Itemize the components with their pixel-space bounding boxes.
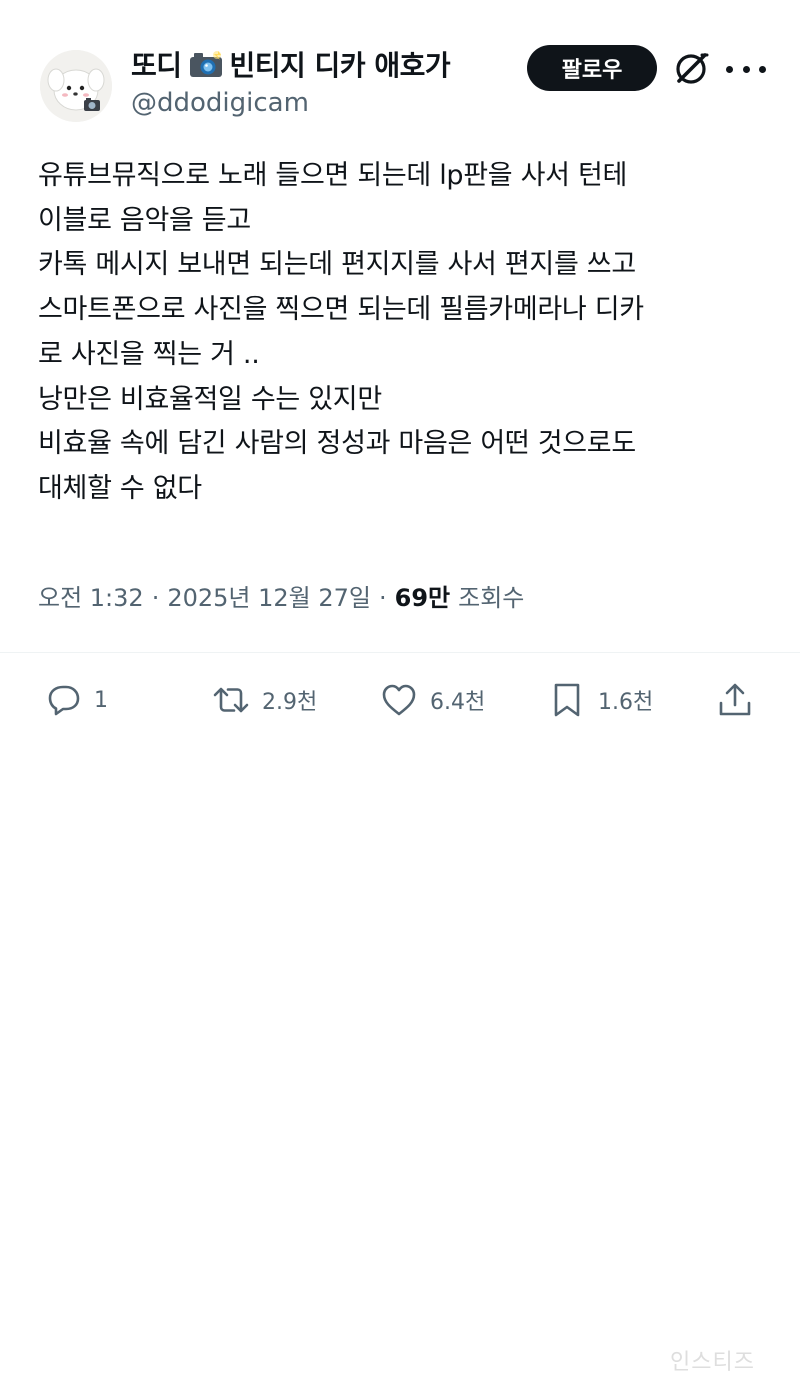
reply-count: 1 (94, 687, 108, 713)
reply-button[interactable]: 1 (44, 680, 108, 720)
post-time[interactable]: 오전 1:32 (38, 578, 144, 613)
like-count: 6.4천 (430, 690, 486, 715)
post-line: 비효율 속에 담긴 사람의 정성과 마음은 어떤 것으로도 (38, 428, 636, 460)
repost-arrows-icon (213, 687, 249, 713)
views-count: 69만 (394, 584, 451, 612)
repost-count: 2.9천 (262, 690, 318, 715)
post-date[interactable]: 2025년 12월 27일 (167, 578, 371, 613)
post-line: 낭만은 비효율적일 수는 있지만 (38, 383, 382, 415)
dot (726, 65, 733, 73)
avatar[interactable] (40, 50, 112, 122)
share-button[interactable] (716, 680, 754, 720)
post-meta: 오전 1:32 · 2025년 12월 27일 · 69만 조회수 (38, 578, 524, 613)
heart-icon (382, 684, 416, 716)
post-header: 또디 빈티지 디카 애호가 @ddodigicam 팔로우 (0, 0, 800, 140)
grok-icon[interactable] (672, 50, 710, 88)
repost-button[interactable]: 2.9천 (212, 680, 317, 720)
post-line: 카톡 메시지 보내면 되는데 편지지를 사서 편지를 쓰고 (38, 249, 636, 281)
post-line: 대체할 수 없다 (38, 472, 202, 504)
meta-separator: · (151, 584, 160, 612)
reply-bubble-icon (48, 685, 80, 716)
bookmark-count: 1.6천 (598, 690, 654, 715)
post-line: 스마트폰으로 사진을 찍으면 되는데 필름카메라나 디카 (38, 294, 644, 326)
dot (759, 65, 766, 73)
divider (0, 652, 800, 653)
follow-button[interactable]: 팔로우 (527, 45, 657, 91)
like-button[interactable]: 6.4천 (380, 680, 485, 720)
post-line: 유튜브뮤직으로 노래 들으면 되는데 lp판을 사서 턴테 (38, 160, 628, 191)
post-line: 이블로 음악을 듣고 (38, 204, 251, 236)
bookmark-icon (554, 683, 580, 717)
display-name-part1: 또디 (131, 49, 182, 82)
dot (742, 65, 750, 73)
bookmark-button[interactable]: 1.6천 (548, 680, 653, 720)
watermark: 인스티즈 (670, 1350, 755, 1375)
display-name-part2: 빈티지 디카 애호가 (229, 49, 451, 82)
cartoon-dog-with-camera-avatar (40, 50, 112, 122)
meta-separator: · (378, 584, 387, 612)
views-label: 조회수 (458, 584, 525, 612)
more-dots-icon[interactable] (726, 52, 766, 86)
action-bar: 1 2.9천 6.4천 1.6천 인스티즈 (0, 660, 800, 1375)
camera-with-flash-icon (188, 49, 224, 79)
share-upload-icon (719, 683, 751, 716)
author-display-name[interactable]: 또디 빈티지 디카 애호가 (131, 44, 451, 84)
author-handle[interactable]: @ddodigicam (131, 88, 309, 118)
post-body: 유튜브뮤직으로 노래 들으면 되는데 lp판을 사서 턴테 이블로 음악을 듣고… (38, 154, 768, 512)
post-line: 로 사진을 찍는 거 .. (38, 338, 260, 370)
